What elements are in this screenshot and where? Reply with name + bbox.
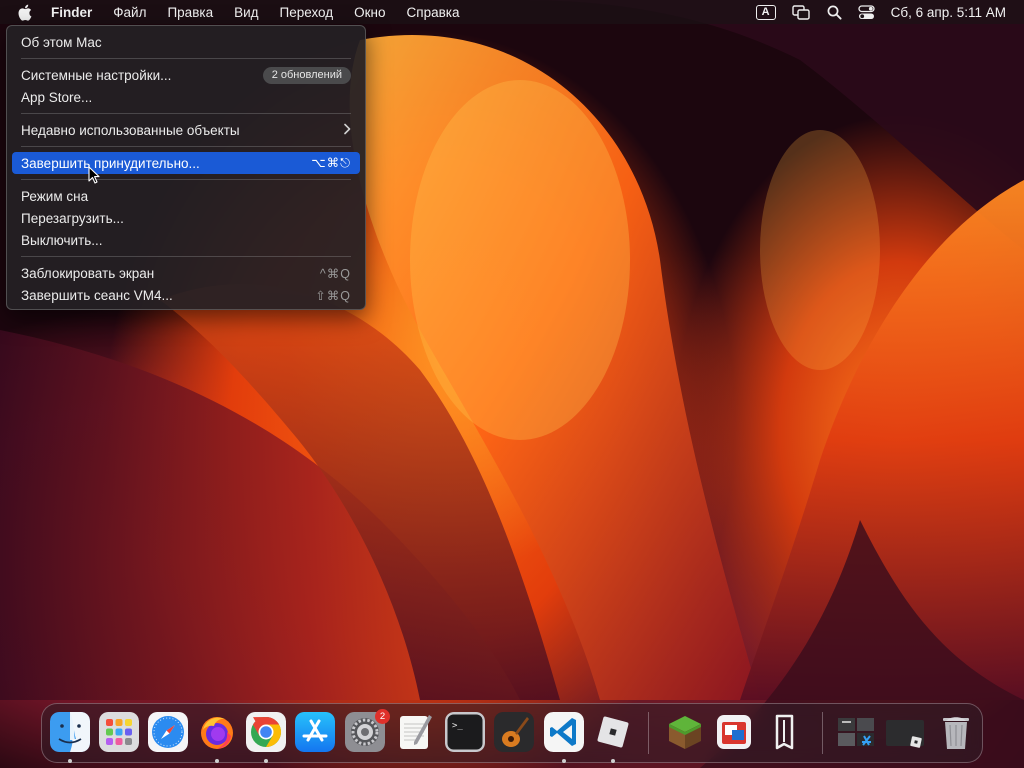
spotlight-search-icon[interactable] [827, 5, 842, 20]
menu-item-label: Заблокировать экран [21, 265, 155, 281]
menu-item-label: Системные настройки... [21, 67, 172, 83]
dock-separator [822, 712, 823, 754]
menu-item-label: Перезагрузить... [21, 210, 124, 226]
running-indicator [68, 759, 72, 763]
roblox-icon[interactable] [593, 712, 633, 752]
menu-item-label: App Store... [21, 89, 93, 105]
updates-badge: 2 обновлений [262, 66, 351, 84]
chevron-right-icon [343, 122, 351, 138]
terminal-icon[interactable]: >_ [445, 712, 485, 752]
menu-separator [21, 179, 351, 180]
textedit-icon[interactable] [395, 712, 435, 752]
vscode-icon[interactable] [544, 712, 584, 752]
desktop-stack-icon[interactable] [885, 712, 925, 752]
running-indicator [215, 759, 219, 763]
running-indicator [611, 759, 615, 763]
launchpad-icon[interactable] [99, 712, 139, 752]
shield-app-icon[interactable] [764, 712, 804, 752]
safari-icon[interactable] [148, 712, 188, 752]
control-center-icon[interactable] [858, 4, 875, 20]
input-source-icon[interactable]: A [755, 4, 776, 20]
finder-icon[interactable] [50, 712, 90, 752]
minecraft-icon[interactable] [665, 712, 705, 752]
menu-bar: Finder Файл Правка Вид Переход Окно Спра… [0, 0, 1024, 24]
apple-logo-icon[interactable] [17, 3, 35, 21]
menu-item-sleep[interactable]: Режим сна [12, 185, 360, 207]
menu-item-label: Недавно использованные объекты [21, 122, 240, 138]
menu-item-label: Выключить... [21, 232, 103, 248]
menu-window[interactable]: Окно [354, 5, 385, 20]
menu-item-label: Завершить сеанс VM4... [21, 287, 173, 303]
logout-shortcut: ⇧⌘Q [315, 288, 351, 303]
menu-item-label: Об этом Mac [21, 34, 102, 50]
menu-help[interactable]: Справка [407, 5, 460, 20]
menu-bar-clock[interactable]: Сб, 6 апр. 5:11 AM [891, 5, 1006, 20]
menu-separator [21, 256, 351, 257]
app-store-icon[interactable] [295, 712, 335, 752]
menu-item-restart[interactable]: Перезагрузить... [12, 207, 360, 229]
menu-item-system-settings[interactable]: Системные настройки... 2 обновлений [12, 64, 360, 86]
dock-separator [648, 712, 649, 754]
force-quit-shortcut: ⌥⌘⎋ [311, 156, 351, 170]
menu-app-name[interactable]: Finder [51, 5, 92, 20]
menu-item-about-mac[interactable]: Об этом Mac [12, 31, 360, 53]
svg-text:>_: >_ [452, 721, 463, 731]
menu-item-label: Завершить принудительно... [21, 155, 200, 171]
screen-mirroring-icon[interactable] [791, 4, 811, 20]
menu-separator [21, 113, 351, 114]
notification-badge: 2 [375, 709, 390, 724]
menu-go[interactable]: Переход [280, 5, 334, 20]
garageband-icon[interactable] [494, 712, 534, 752]
menu-separator [21, 146, 351, 147]
trash-icon[interactable] [936, 712, 976, 752]
firefox-icon[interactable] [197, 712, 237, 752]
menu-item-lock-screen[interactable]: Заблокировать экран ^⌘Q [12, 262, 360, 284]
downloads-stack-icon[interactable] [836, 712, 876, 752]
menu-item-force-quit[interactable]: Завершить принудительно... ⌥⌘⎋ [12, 152, 360, 174]
menu-item-recent-items[interactable]: Недавно использованные объекты [12, 119, 360, 141]
menu-separator [21, 58, 351, 59]
apple-menu-dropdown: Об этом Mac Системные настройки... 2 обн… [6, 25, 366, 310]
lock-screen-shortcut: ^⌘Q [319, 266, 351, 281]
menu-edit[interactable]: Правка [167, 5, 213, 20]
running-indicator [264, 759, 268, 763]
menu-file[interactable]: Файл [113, 5, 146, 20]
running-indicator [562, 759, 566, 763]
menu-item-app-store[interactable]: App Store... [12, 86, 360, 108]
menu-item-logout[interactable]: Завершить сеанс VM4... ⇧⌘Q [12, 284, 360, 306]
database-app-icon[interactable] [714, 712, 754, 752]
menu-view[interactable]: Вид [234, 5, 258, 20]
menu-item-shutdown[interactable]: Выключить... [12, 229, 360, 251]
dock: 2 >_ [41, 703, 983, 763]
mouse-pointer-icon [88, 166, 100, 189]
menu-item-label: Режим сна [21, 188, 89, 204]
chrome-icon[interactable] [246, 712, 286, 752]
